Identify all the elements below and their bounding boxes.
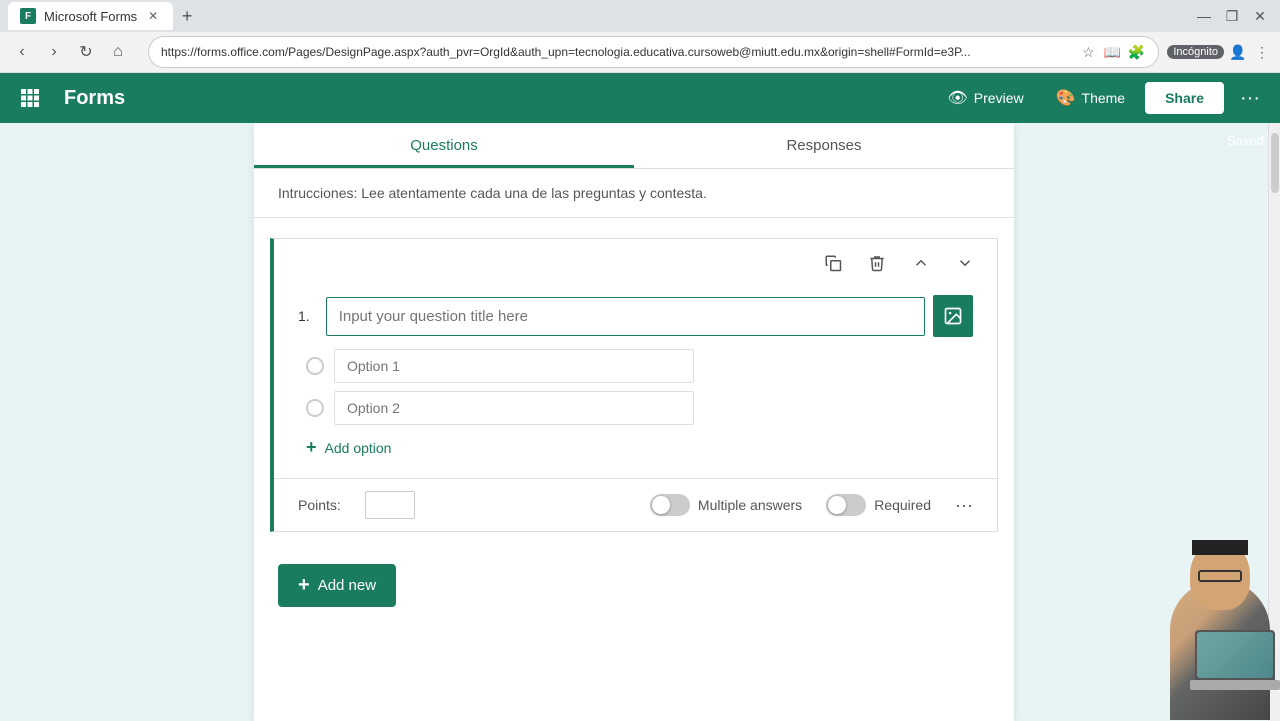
- eye-icon: 👁: [947, 88, 967, 108]
- share-btn[interactable]: Share: [1145, 82, 1224, 114]
- add-new-section: + Add new: [254, 548, 1014, 623]
- form-instructions: Intrucciones: Lee atentamente cada una d…: [254, 169, 1014, 218]
- tab-title: Microsoft Forms: [44, 9, 137, 24]
- question-number: 1.: [298, 308, 310, 324]
- toggle-knob-multiple: [652, 496, 670, 514]
- window-controls: — ❐ ✕: [1192, 4, 1272, 28]
- tab-favicon: F: [20, 8, 36, 24]
- main-content: Questions Responses Intrucciones: Lee at…: [0, 123, 1280, 721]
- add-new-label: Add new: [318, 577, 376, 594]
- browser-more-icon[interactable]: ⋮: [1252, 42, 1272, 62]
- tab-close-btn[interactable]: ✕: [145, 8, 161, 24]
- forward-btn[interactable]: ›: [40, 38, 68, 66]
- form-tabs: Questions Responses: [254, 123, 1014, 169]
- app-logo: Forms: [60, 87, 125, 110]
- form-panel: Questions Responses Intrucciones: Lee at…: [254, 123, 1014, 721]
- option-radio-1[interactable]: [306, 357, 324, 375]
- options-list: [306, 349, 973, 425]
- app-header: Forms 👁 Preview 🎨 Theme Share ···: [0, 73, 1280, 123]
- option-input-2[interactable]: [334, 391, 694, 425]
- footer-more-btn[interactable]: ···: [955, 495, 973, 516]
- reading-mode-icon[interactable]: 📖: [1102, 42, 1122, 62]
- extensions-icon[interactable]: 🧩: [1126, 42, 1146, 62]
- image-btn[interactable]: [933, 295, 973, 337]
- close-btn[interactable]: ✕: [1248, 4, 1272, 28]
- delete-btn[interactable]: [861, 247, 893, 279]
- tab-responses[interactable]: Responses: [634, 123, 1014, 168]
- required-label: Required: [874, 497, 931, 513]
- refresh-btn[interactable]: ↻: [72, 38, 100, 66]
- option-input-1[interactable]: [334, 349, 694, 383]
- multiple-answers-toggle[interactable]: [650, 494, 690, 516]
- multiple-answers-label: Multiple answers: [698, 497, 802, 513]
- points-label: Points:: [298, 497, 341, 513]
- right-scrollbar[interactable]: [1268, 123, 1280, 721]
- add-option-icon: +: [306, 437, 317, 458]
- add-new-btn[interactable]: + Add new: [278, 564, 396, 607]
- saved-indicator: Saved: [1227, 133, 1264, 148]
- add-option-btn[interactable]: + Add option: [306, 433, 973, 462]
- header-more-btn[interactable]: ···: [1232, 83, 1268, 114]
- minimize-btn[interactable]: —: [1192, 4, 1216, 28]
- waffle-icon[interactable]: [12, 80, 48, 116]
- back-btn[interactable]: ‹: [8, 38, 36, 66]
- maximize-btn[interactable]: ❐: [1220, 4, 1244, 28]
- title-bar: F Microsoft Forms ✕ + — ❐ ✕: [0, 0, 1280, 32]
- new-tab-btn[interactable]: +: [173, 2, 201, 30]
- option-item-1: [306, 349, 973, 383]
- address-icons: ☆ 📖 🧩: [1078, 42, 1146, 62]
- theme-label: Theme: [1082, 90, 1126, 106]
- move-down-btn[interactable]: [949, 247, 981, 279]
- multiple-answers-group: Multiple answers: [650, 494, 802, 516]
- option-radio-2[interactable]: [306, 399, 324, 417]
- nav-controls: ‹ › ↻ ⌂: [0, 34, 140, 70]
- incognito-badge: Incógnito: [1167, 45, 1224, 59]
- form-content: Intrucciones: Lee atentamente cada una d…: [254, 169, 1014, 643]
- add-option-label: Add option: [325, 440, 392, 456]
- header-actions: 👁 Preview 🎨 Theme Share ···: [935, 82, 1268, 114]
- question-toolbar: [274, 239, 997, 287]
- question-title-input[interactable]: [326, 297, 925, 336]
- address-bar[interactable]: https://forms.office.com/Pages/DesignPag…: [148, 36, 1159, 68]
- form-container: Questions Responses Intrucciones: Lee at…: [0, 123, 1268, 721]
- theme-btn[interactable]: 🎨 Theme: [1044, 82, 1138, 114]
- add-new-icon: +: [298, 574, 310, 597]
- required-group: Required: [826, 494, 931, 516]
- required-toggle[interactable]: [826, 494, 866, 516]
- option-item-2: [306, 391, 973, 425]
- tab-questions[interactable]: Questions: [254, 123, 634, 168]
- preview-label: Preview: [974, 90, 1024, 106]
- question-input-row: 1.: [298, 295, 973, 337]
- nav-bar: ‹ › ↻ ⌂ https://forms.office.com/Pages/D…: [0, 32, 1280, 73]
- move-up-btn[interactable]: [905, 247, 937, 279]
- question-footer: Points: Multiple answers: [274, 478, 997, 531]
- question-body: 1.: [274, 287, 997, 478]
- duplicate-btn[interactable]: [817, 247, 849, 279]
- home-btn[interactable]: ⌂: [104, 38, 132, 66]
- scrollbar-thumb: [1271, 133, 1279, 193]
- points-input[interactable]: [365, 491, 415, 519]
- profile-icon[interactable]: 👤: [1228, 42, 1248, 62]
- palette-icon: 🎨: [1056, 88, 1076, 108]
- toggle-knob-required: [828, 496, 846, 514]
- bookmark-icon[interactable]: ☆: [1078, 42, 1098, 62]
- active-tab[interactable]: F Microsoft Forms ✕: [8, 2, 173, 30]
- address-text: https://forms.office.com/Pages/DesignPag…: [161, 45, 1070, 59]
- preview-btn[interactable]: 👁 Preview: [935, 82, 1035, 114]
